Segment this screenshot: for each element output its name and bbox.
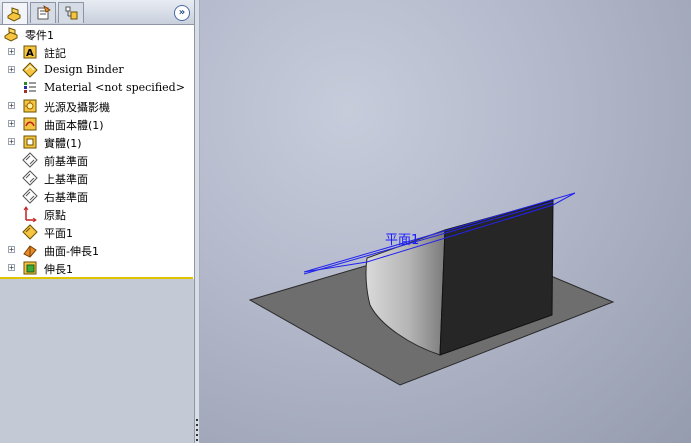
annotations-icon: A — [23, 45, 37, 59]
rollback-bar[interactable] — [0, 277, 193, 279]
tree-item[interactable]: + 伸長1 — [0, 259, 194, 277]
tree-item[interactable]: 右基準面 — [0, 187, 194, 205]
part-icon — [4, 27, 18, 42]
tree-item[interactable]: + 光源及攝影機 — [0, 97, 194, 115]
plane-icon — [22, 188, 38, 204]
collapse-panel-button[interactable]: » — [174, 5, 190, 21]
tree-item[interactable]: + 曲面-伸長1 — [0, 241, 194, 259]
expand-plus-icon[interactable]: + — [8, 246, 15, 254]
solid-bodies-icon — [23, 135, 37, 149]
tree-item-label: 實體(1) — [44, 137, 82, 150]
tree-item-label: 曲面-伸長1 — [44, 245, 99, 258]
tree-item[interactable]: + Design Binder — [0, 61, 194, 79]
plane1-icon — [22, 224, 38, 240]
tree-item[interactable]: Material <not specified> — [0, 79, 194, 97]
feature-tree: 零件1 + A 註記 + Design Binder Material <not spec… — [0, 25, 194, 279]
tree-item[interactable]: 上基準面 — [0, 169, 194, 187]
tab-configuration-manager[interactable] — [58, 2, 84, 23]
splitter-grip — [196, 419, 198, 421]
origin-icon — [23, 206, 37, 222]
surface-extrude-icon — [23, 245, 37, 258]
extrude-icon — [23, 261, 37, 275]
tree-root-part[interactable]: 零件1 — [0, 25, 194, 43]
tree-root-label: 零件1 — [25, 29, 54, 42]
tree-item-label: 光源及攝影機 — [44, 101, 110, 114]
tree-item-label: 原點 — [44, 209, 66, 222]
tree-item[interactable]: + 曲面本體(1) — [0, 115, 194, 133]
expand-plus-icon[interactable]: + — [8, 66, 15, 74]
tree-item[interactable]: + 實體(1) — [0, 133, 194, 151]
tree-item-label: 右基準面 — [44, 191, 88, 204]
splitter-grip — [196, 424, 198, 426]
expand-plus-icon[interactable]: + — [8, 48, 15, 56]
splitter-grip — [196, 439, 198, 441]
model-view[interactable]: 平面1 — [200, 0, 691, 443]
tree-item-label: Design Binder — [44, 63, 124, 76]
tab-property-manager[interactable] — [30, 2, 56, 23]
splitter-grip — [196, 429, 198, 431]
tree-item-label: 曲面本體(1) — [44, 119, 104, 132]
tree-item[interactable]: + A 註記 — [0, 43, 194, 61]
plane1-label[interactable]: 平面1 — [385, 233, 419, 248]
svg-text:A: A — [26, 48, 34, 59]
panel-tab-bar: » — [0, 0, 194, 25]
splitter-grip — [196, 434, 198, 436]
plane-icon — [22, 170, 38, 186]
tree-item[interactable]: 前基準面 — [0, 151, 194, 169]
expand-plus-icon[interactable]: + — [8, 120, 15, 128]
configuration-icon — [65, 6, 78, 20]
feature-manager-panel: » 零件1 + A 註記 + Design Binder Material <not sp… — [0, 0, 195, 443]
tree-item-label: 平面1 — [44, 227, 73, 240]
graphics-viewport[interactable]: 平面1 — [200, 0, 691, 443]
expand-plus-icon[interactable]: + — [8, 138, 15, 146]
tree-item[interactable]: 原點 — [0, 205, 194, 223]
tree-item-label: 前基準面 — [44, 155, 88, 168]
tree-item-label: Material <not specified> — [44, 81, 185, 94]
surface-bodies-icon — [23, 117, 37, 131]
property-icon — [37, 5, 51, 20]
tree-item-label: 伸長1 — [44, 263, 73, 276]
tree-item[interactable]: 平面1 — [0, 223, 194, 241]
tree-item-label: 上基準面 — [44, 173, 88, 186]
tab-feature-manager[interactable] — [2, 2, 28, 24]
design-binder-icon — [22, 62, 38, 78]
double-chevron-right-icon: » — [178, 7, 186, 18]
material-icon — [24, 82, 36, 93]
lights-cameras-icon — [23, 99, 37, 113]
expand-plus-icon[interactable]: + — [8, 264, 15, 272]
expand-plus-icon[interactable]: + — [8, 102, 15, 110]
plane-icon — [22, 152, 38, 168]
part-icon — [7, 6, 21, 22]
tree-item-label: 註記 — [44, 47, 66, 60]
